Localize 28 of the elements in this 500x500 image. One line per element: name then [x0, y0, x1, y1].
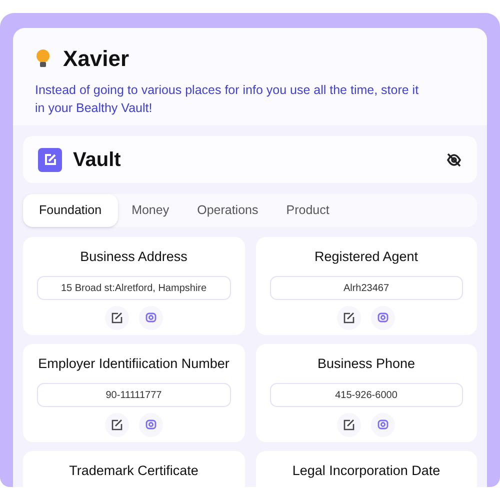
vault-title: Vault — [73, 148, 121, 172]
edit-icon[interactable] — [104, 413, 129, 438]
chat-icon[interactable] — [138, 306, 163, 330]
card-title: Legal Incorporation Date — [292, 462, 440, 480]
value-field[interactable]: Alrh23467 — [270, 276, 463, 300]
tab[interactable]: Product — [272, 194, 344, 227]
chat-icon[interactable] — [371, 306, 396, 330]
edit-icon — [38, 148, 62, 172]
hide-icon[interactable] — [446, 152, 462, 168]
value-field[interactable]: 90-11111777 — [37, 383, 230, 408]
light-bulb-icon — [35, 48, 51, 68]
value-field[interactable]: 415-926-6000 — [270, 383, 463, 408]
edit-icon[interactable] — [104, 306, 129, 330]
tab[interactable]: Operations — [183, 194, 272, 227]
card-title: Registered Agent — [314, 248, 418, 266]
value-field[interactable]: 15 Broad st:Alretford, Hampshire — [37, 276, 230, 300]
header-description: Instead of going to various places for info you use all the time, store it in your Bealthy Vault! — [35, 82, 420, 117]
card-title: Business Address — [80, 248, 188, 266]
card-title: Business Phone — [317, 355, 416, 373]
edit-icon[interactable] — [337, 306, 362, 330]
tab[interactable]: Foundation — [23, 194, 118, 227]
edit-icon[interactable] — [337, 413, 362, 438]
chat-icon[interactable] — [138, 413, 163, 438]
header-title: Xavier — [63, 45, 130, 73]
chat-icon[interactable] — [371, 413, 396, 438]
card-title: Employer Identifiication Number — [38, 355, 230, 373]
tab[interactable]: Money — [118, 194, 184, 227]
card-title: Trademark Certificate — [69, 462, 198, 480]
